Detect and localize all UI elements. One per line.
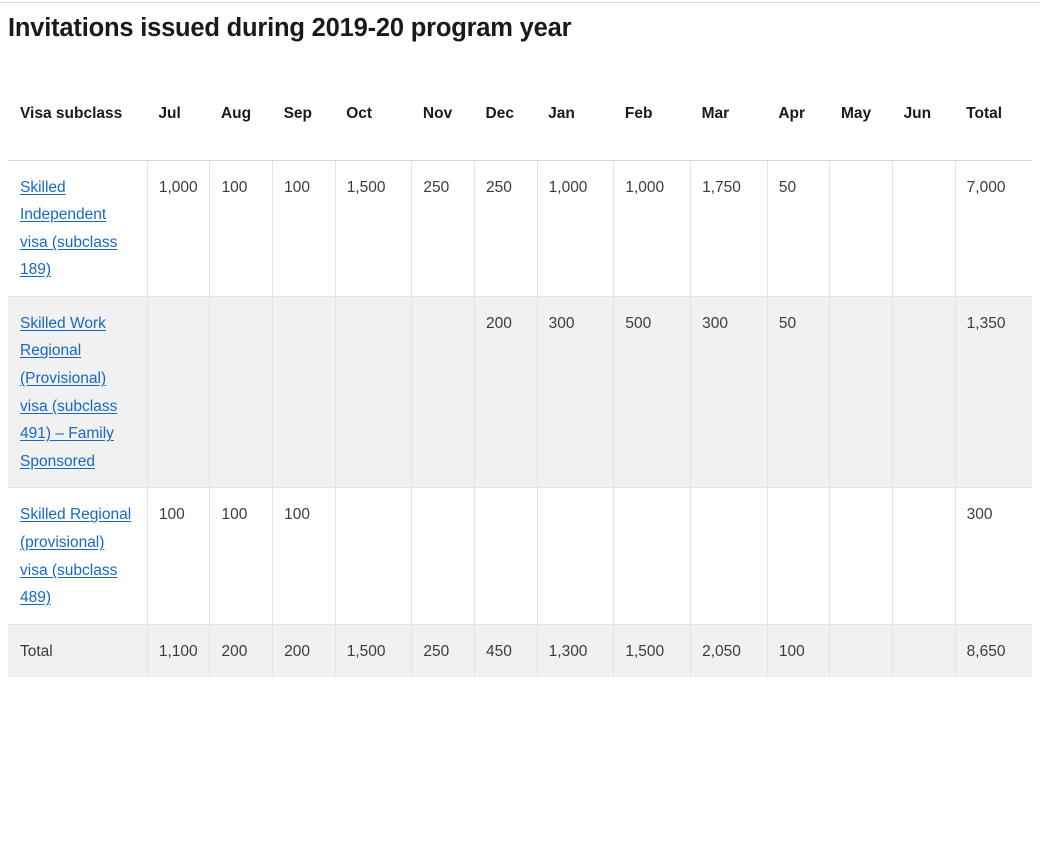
cell-dec: 250 bbox=[474, 160, 538, 297]
column-header-nov: Nov bbox=[411, 86, 475, 161]
column-header-mar: Mar bbox=[690, 86, 768, 161]
cell-row-total: 1,350 bbox=[954, 296, 1032, 489]
cell-sep: 100 bbox=[272, 160, 336, 297]
column-header-sep: Sep bbox=[272, 86, 336, 161]
cell-jun bbox=[892, 296, 956, 489]
cell-dec: 200 bbox=[474, 296, 538, 489]
table-body: Skilled Independent visa (subclass 189) … bbox=[8, 160, 1032, 678]
cell-oct bbox=[334, 487, 412, 625]
total-cell-grand-total: 8,650 bbox=[954, 624, 1032, 678]
total-cell-sep: 200 bbox=[272, 624, 336, 678]
table-row: Skilled Regional (provisional) visa (sub… bbox=[8, 487, 1032, 625]
column-header-visa-subclass: Visa subclass bbox=[8, 86, 148, 161]
cell-sep bbox=[272, 296, 336, 489]
cell-dec bbox=[474, 487, 538, 625]
total-cell-dec: 450 bbox=[474, 624, 538, 678]
total-cell-aug: 200 bbox=[209, 624, 273, 678]
cell-apr: 50 bbox=[766, 296, 830, 489]
cell-feb bbox=[613, 487, 691, 625]
cell-jul: 1,000 bbox=[146, 160, 210, 297]
total-cell-jul: 1,100 bbox=[146, 624, 210, 678]
cell-oct: 1,500 bbox=[334, 160, 412, 297]
cell-may bbox=[829, 487, 893, 625]
invitations-table-container: Visa subclass Jul Aug Sep Oct Nov Dec Ja… bbox=[8, 86, 1032, 678]
cell-jan: 300 bbox=[536, 296, 614, 489]
column-header-total: Total bbox=[955, 86, 1032, 161]
table-head: Visa subclass Jul Aug Sep Oct Nov Dec Ja… bbox=[8, 86, 1032, 161]
cell-jan bbox=[536, 487, 614, 625]
cell-jul: 100 bbox=[146, 487, 210, 625]
column-header-jun: Jun bbox=[892, 86, 956, 161]
column-header-dec: Dec bbox=[474, 86, 538, 161]
cell-nov bbox=[411, 487, 475, 625]
cell-mar bbox=[690, 487, 768, 625]
table-header-row: Visa subclass Jul Aug Sep Oct Nov Dec Ja… bbox=[8, 86, 1032, 161]
column-header-feb: Feb bbox=[613, 86, 691, 161]
cell-jul bbox=[146, 296, 210, 489]
total-cell-mar: 2,050 bbox=[690, 624, 768, 678]
cell-apr: 50 bbox=[766, 160, 830, 297]
cell-mar: 1,750 bbox=[690, 160, 768, 297]
column-header-oct: Oct bbox=[335, 86, 412, 161]
cell-nov: 250 bbox=[411, 160, 475, 297]
cell-sep: 100 bbox=[272, 487, 336, 625]
column-header-apr: Apr bbox=[767, 86, 830, 161]
cell-oct bbox=[334, 296, 412, 489]
cell-nov bbox=[411, 296, 475, 489]
total-cell-nov: 250 bbox=[411, 624, 475, 678]
table-total-row: Total 1,100 200 200 1,500 250 450 1,300 … bbox=[8, 624, 1032, 678]
visa-subclass-link[interactable]: Skilled Work Regional (Provisional) visa… bbox=[20, 315, 117, 470]
column-header-aug: Aug bbox=[209, 86, 273, 161]
table-row: Skilled Independent visa (subclass 189) … bbox=[8, 160, 1032, 297]
total-row-label: Total bbox=[20, 642, 53, 660]
cell-aug bbox=[209, 296, 273, 489]
total-cell-jun bbox=[892, 624, 956, 678]
column-header-jul: Jul bbox=[147, 86, 210, 161]
cell-row-total: 7,000 bbox=[954, 160, 1032, 297]
column-header-jan: Jan bbox=[537, 86, 614, 161]
cell-jun bbox=[892, 487, 956, 625]
total-cell-feb: 1,500 bbox=[613, 624, 691, 678]
cell-feb: 500 bbox=[613, 296, 691, 489]
top-divider bbox=[0, 2, 1040, 3]
total-cell-oct: 1,500 bbox=[334, 624, 412, 678]
cell-may bbox=[829, 160, 893, 297]
cell-jan: 1,000 bbox=[536, 160, 614, 297]
cell-may bbox=[829, 296, 893, 489]
cell-aug: 100 bbox=[209, 487, 273, 625]
visa-subclass-link[interactable]: Skilled Regional (provisional) visa (sub… bbox=[20, 506, 131, 606]
row-label-cell: Skilled Work Regional (Provisional) visa… bbox=[8, 296, 148, 489]
cell-mar: 300 bbox=[690, 296, 768, 489]
total-cell-may bbox=[829, 624, 893, 678]
page-root: Invitations issued during 2019-20 progra… bbox=[0, 0, 1040, 853]
row-label-cell: Skilled Regional (provisional) visa (sub… bbox=[8, 487, 148, 625]
column-header-may: May bbox=[829, 86, 893, 161]
total-cell-jan: 1,300 bbox=[536, 624, 614, 678]
table-row: Skilled Work Regional (Provisional) visa… bbox=[8, 296, 1032, 489]
cell-aug: 100 bbox=[209, 160, 273, 297]
cell-row-total: 300 bbox=[954, 487, 1032, 625]
total-cell-apr: 100 bbox=[766, 624, 830, 678]
cell-jun bbox=[892, 160, 956, 297]
page-title: Invitations issued during 2019-20 progra… bbox=[8, 14, 572, 43]
row-label-cell: Skilled Independent visa (subclass 189) bbox=[8, 160, 148, 297]
invitations-table: Visa subclass Jul Aug Sep Oct Nov Dec Ja… bbox=[8, 86, 1032, 678]
visa-subclass-link[interactable]: Skilled Independent visa (subclass 189) bbox=[20, 179, 117, 279]
cell-apr bbox=[766, 487, 830, 625]
cell-feb: 1,000 bbox=[613, 160, 691, 297]
